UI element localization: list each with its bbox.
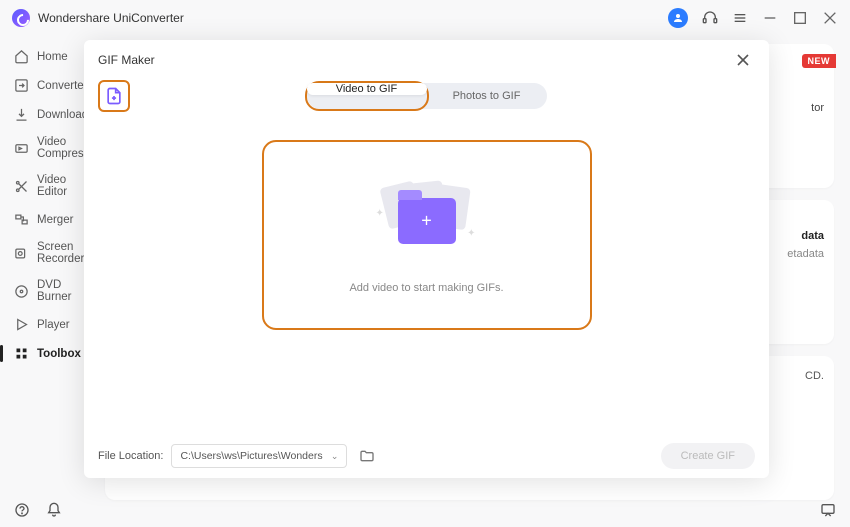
- sidebar-item-label: Converter: [37, 80, 88, 92]
- converter-icon: [14, 78, 29, 93]
- app-title: Wondershare UniConverter: [38, 11, 184, 25]
- account-icon[interactable]: [668, 8, 688, 28]
- bell-icon[interactable]: [46, 502, 62, 518]
- tab-video-to-gif[interactable]: Video to GIF: [307, 83, 427, 95]
- maximize-button[interactable]: [792, 10, 808, 26]
- open-folder-button[interactable]: [355, 444, 379, 468]
- dialog-footer: File Location: C:\Users\ws\Pictures\Wond…: [84, 434, 769, 478]
- tab-photos-to-gif[interactable]: Photos to GIF: [427, 83, 547, 109]
- file-location-label: File Location:: [98, 450, 163, 462]
- tab-highlight: Video to GIF: [305, 81, 429, 111]
- sidebar-item-label: Screen Recorder: [37, 241, 91, 265]
- dialog-toolbar: Video to GIF Photos to GIF: [84, 80, 769, 118]
- sparkle-icon: ✦: [467, 228, 475, 239]
- download-icon: [14, 107, 29, 122]
- titlebar: Wondershare UniConverter: [0, 0, 850, 36]
- minimize-button[interactable]: [762, 10, 778, 26]
- tab-label: Video to GIF: [336, 83, 398, 95]
- chevron-down-icon: ⌄: [331, 451, 339, 462]
- gif-maker-dialog: GIF Maker Video to GIF Photos to GIF: [84, 40, 769, 478]
- folder-icon: +: [398, 198, 456, 244]
- drop-zone[interactable]: + ✦ ✦ Add video to start making GIFs.: [262, 140, 592, 330]
- recorder-icon: [14, 246, 29, 261]
- home-icon: [14, 49, 29, 64]
- app-logo-wrap: Wondershare UniConverter: [12, 9, 184, 27]
- help-icon[interactable]: [14, 502, 30, 518]
- merger-icon: [14, 212, 29, 227]
- scissors-icon: [14, 179, 29, 194]
- compressor-icon: [14, 141, 29, 156]
- new-badge: NEW: [802, 54, 837, 68]
- create-gif-label: Create GIF: [681, 450, 735, 462]
- tab-group: Video to GIF Photos to GIF: [307, 83, 547, 109]
- dialog-title: GIF Maker: [98, 53, 155, 67]
- grid-icon: [14, 346, 29, 361]
- close-button[interactable]: [822, 10, 838, 26]
- hamburger-icon[interactable]: [732, 10, 748, 26]
- file-location-value: C:\Users\ws\Pictures\Wonders: [180, 450, 322, 462]
- sparkle-icon: ✦: [376, 208, 384, 219]
- sidebar-item-label: Player: [37, 319, 70, 331]
- sidebar-item-label: Video Editor: [37, 174, 91, 198]
- app-logo-icon: [12, 9, 30, 27]
- support-icon[interactable]: [702, 10, 718, 26]
- app-footer: [0, 493, 850, 527]
- sidebar-item-label: Merger: [37, 214, 73, 226]
- sidebar-item-label: DVD Burner: [37, 279, 91, 303]
- feedback-icon[interactable]: [820, 502, 836, 518]
- dialog-close-button[interactable]: [731, 48, 755, 72]
- sidebar-item-label: Home: [37, 51, 68, 63]
- file-location-select[interactable]: C:\Users\ws\Pictures\Wonders ⌄: [171, 444, 347, 468]
- folder-illustration: + ✦ ✦: [372, 180, 482, 260]
- sidebar-item-label: Toolbox: [37, 348, 81, 360]
- disc-icon: [14, 284, 29, 299]
- create-gif-button[interactable]: Create GIF: [661, 443, 755, 469]
- drop-zone-text: Add video to start making GIFs.: [349, 282, 503, 294]
- tab-label: Photos to GIF: [453, 90, 521, 102]
- play-icon: [14, 317, 29, 332]
- add-file-button[interactable]: [98, 80, 130, 112]
- plus-icon: +: [421, 211, 432, 232]
- dialog-header: GIF Maker: [84, 40, 769, 80]
